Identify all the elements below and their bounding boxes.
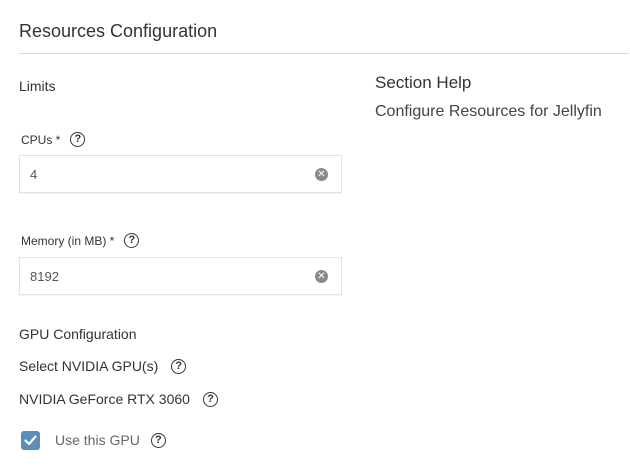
gpu-select-label-row: Select NVIDIA GPU(s) ? <box>19 358 187 374</box>
help-circle-icon[interactable]: ? <box>150 432 166 448</box>
cpus-label: CPUs * <box>21 132 61 147</box>
memory-input[interactable] <box>20 258 310 294</box>
use-gpu-label[interactable]: Use this GPU <box>55 432 140 448</box>
use-gpu-label-row: Use this GPU ? <box>55 432 166 448</box>
help-circle-icon[interactable]: ? <box>202 391 218 407</box>
memory-label: Memory (in MB) * <box>21 233 115 248</box>
cpus-input[interactable] <box>20 156 310 192</box>
memory-field[interactable]: ✕ <box>19 257 342 295</box>
cpus-field[interactable]: ✕ <box>19 155 342 193</box>
gpu-device-row: NVIDIA GeForce RTX 3060 ? <box>19 391 218 407</box>
section-help-text: Configure Resources for Jellyfin <box>375 103 602 120</box>
cpus-label-row: CPUs * ? <box>21 132 86 147</box>
check-icon <box>24 435 37 446</box>
limits-heading: Limits <box>19 78 56 94</box>
section-divider <box>19 53 629 54</box>
section-title: Resources Configuration <box>19 21 218 41</box>
gpu-config-heading: GPU Configuration <box>19 326 137 342</box>
help-circle-icon[interactable]: ? <box>70 132 86 147</box>
use-gpu-checkbox[interactable] <box>21 431 40 450</box>
gpu-device-name: NVIDIA GeForce RTX 3060 <box>19 391 190 407</box>
clear-circle-icon[interactable]: ✕ <box>315 270 328 283</box>
gpu-config-heading-row: GPU Configuration <box>19 326 137 342</box>
help-circle-icon[interactable]: ? <box>124 233 140 248</box>
memory-label-row: Memory (in MB) * ? <box>21 233 140 248</box>
help-circle-icon[interactable]: ? <box>171 358 187 374</box>
clear-circle-icon[interactable]: ✕ <box>315 168 328 181</box>
gpu-select-label: Select NVIDIA GPU(s) <box>19 358 159 374</box>
section-help-title: Section Help <box>375 73 472 92</box>
